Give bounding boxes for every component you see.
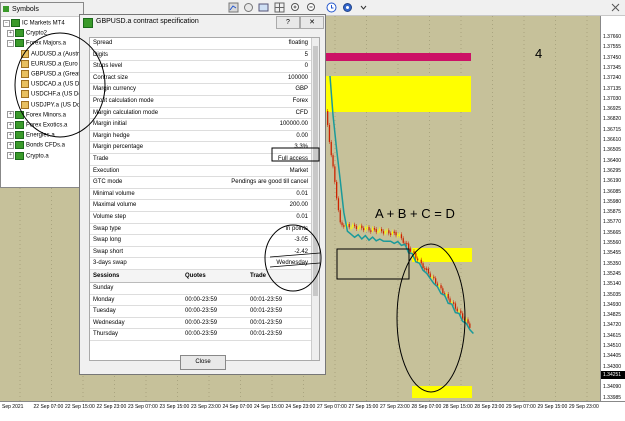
consolidation-box-annotation [336, 248, 410, 280]
hand-annotations [14, 32, 466, 393]
swap-underline-annotation [269, 252, 321, 268]
margin-box-annotation [271, 147, 320, 162]
decline-circle-annotation [396, 243, 466, 393]
swap-circle-annotation [264, 224, 322, 292]
symbols-circle-annotation [14, 32, 106, 138]
